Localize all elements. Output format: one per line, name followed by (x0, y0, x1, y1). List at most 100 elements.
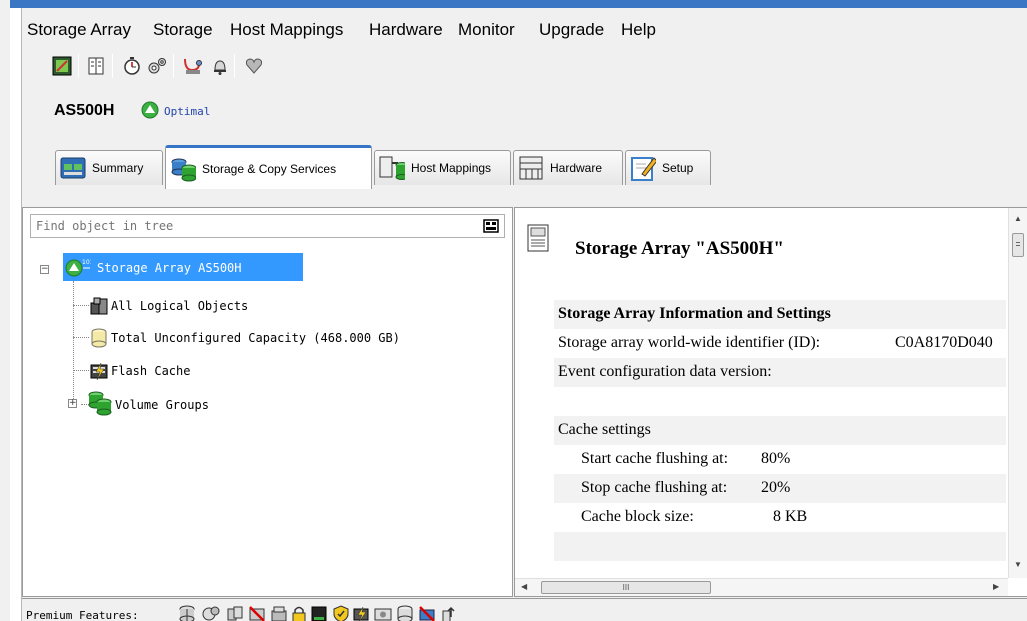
tab-host-mappings[interactable]: Host Mappings (374, 150, 511, 185)
event-config-label: Event configuration data version: (558, 363, 772, 380)
summary-icon (60, 155, 86, 181)
document-icon (527, 224, 549, 252)
data-assurance-icon[interactable] (332, 605, 350, 621)
toolbar (28, 52, 318, 82)
tree-connector (73, 337, 89, 338)
tree-node-unconfigured-capacity[interactable]: Total Unconfigured Capacity (468.000 GB) (111, 331, 400, 345)
performance-tier-icon[interactable] (270, 605, 288, 621)
find-options-icon[interactable] (483, 218, 499, 234)
stop-flush-value: 20% (761, 479, 791, 496)
storage-services-icon (170, 156, 196, 182)
details-panel: Storage Array "AS500H" Storage Array Inf… (514, 207, 1027, 597)
volume-groups-icon (88, 391, 112, 416)
tree-node-volume-groups[interactable]: Volume Groups (115, 398, 209, 412)
event-config-row: Event configuration data version: (554, 358, 1006, 387)
drive-slots-icon[interactable] (374, 605, 392, 621)
scroll-down-arrow[interactable]: ▼ (1014, 560, 1022, 569)
recovery-heart-icon[interactable] (242, 54, 266, 78)
tree-connector (73, 305, 89, 306)
start-flush-row: Start cache flushing at: 80% (554, 445, 1006, 474)
menu-bar: Storage Array Storage Host Mappings Hard… (22, 8, 1027, 48)
remote-mirror-disabled-icon[interactable] (248, 605, 266, 621)
security-lock-icon[interactable] (290, 605, 308, 621)
horizontal-scroll-thumb[interactable]: III (541, 581, 711, 594)
performance-monitor-icon[interactable] (120, 54, 144, 78)
wwid-row: Storage array world-wide identifier (ID)… (554, 329, 1006, 358)
menu-help[interactable]: Help (621, 20, 656, 40)
optimal-status-icon (141, 101, 159, 119)
cache-heading-row: Cache settings (554, 416, 1006, 445)
tree-connector (73, 281, 74, 407)
flash-cache-icon[interactable] (352, 605, 370, 621)
blank-row (554, 387, 1006, 416)
tab-setup[interactable]: Setup (625, 150, 711, 185)
storage-partitions-icon[interactable] (178, 605, 196, 621)
section-heading: Storage Array Information and Settings (558, 305, 831, 322)
tree-node-flash-cache[interactable]: Flash Cache (111, 364, 190, 378)
menu-upgrade[interactable]: Upgrade (539, 20, 604, 40)
storage-array-name: AS500H (54, 102, 115, 119)
wwid-value: C0A8170D040 (895, 334, 993, 351)
horizontal-scrollbar[interactable]: ◀ III ▶ (515, 578, 1008, 596)
tab-summary[interactable]: Summary (55, 150, 163, 185)
hardware-icon (518, 155, 544, 181)
flash-cache-tree-icon (90, 362, 108, 381)
desktop-edge (0, 0, 10, 621)
grid-view-icon[interactable] (84, 54, 108, 78)
menu-hardware[interactable]: Hardware (369, 20, 443, 40)
premium-features-bar: Premium Features: (22, 598, 1027, 621)
find-object-search-input[interactable] (30, 214, 505, 238)
blank-row (554, 532, 1006, 561)
settings-gears-icon[interactable] (145, 54, 169, 78)
support-data-icon[interactable] (181, 54, 205, 78)
menu-host-mappings[interactable]: Host Mappings (230, 20, 343, 40)
toolbar-separator (78, 54, 79, 78)
tree-connector (73, 370, 89, 371)
tab-hardware[interactable]: Hardware (513, 150, 623, 185)
scroll-right-arrow[interactable]: ▶ (993, 582, 999, 591)
section-heading-row: Storage Array Information and Settings (554, 300, 1006, 329)
tab-label: Hardware (550, 161, 603, 175)
expand-toggle[interactable]: + (68, 399, 77, 408)
start-flush-label: Start cache flushing at: (581, 450, 729, 467)
snapshot-icon[interactable] (202, 605, 220, 621)
premium-features-label: Premium Features: (26, 609, 139, 621)
tab-label: Host Mappings (411, 161, 492, 175)
vertical-scrollbar[interactable]: ▲ ▼ (1008, 208, 1027, 578)
window-title-strip (10, 0, 1027, 8)
upgrade-icon[interactable] (440, 605, 458, 621)
setup-icon (630, 155, 656, 181)
tab-label: Storage & Copy Services (202, 161, 337, 176)
toolbar-separator (234, 54, 235, 78)
unconfigured-capacity-icon (91, 328, 107, 348)
menu-storage-array[interactable]: Storage Array (27, 20, 131, 40)
scroll-up-arrow[interactable]: ▲ (1014, 214, 1022, 223)
vertical-scroll-thumb[interactable] (1012, 233, 1024, 257)
tab-label: Summary (92, 161, 144, 175)
menu-storage[interactable]: Storage (153, 20, 213, 40)
alert-bell-icon[interactable] (208, 54, 232, 78)
stop-flush-row: Stop cache flushing at: 20% (554, 474, 1006, 503)
tab-label: Setup (662, 161, 694, 175)
tab-storage-copy-services[interactable]: Storage & Copy Services (165, 145, 372, 189)
dynamic-disk-pools-icon[interactable] (396, 605, 414, 621)
tree-node-label: Storage Array AS500H (97, 261, 242, 275)
wwid-label: Storage array world-wide identifier (ID)… (558, 334, 821, 351)
collapse-toggle[interactable]: − (40, 265, 49, 274)
tree-node-all-logical-objects[interactable]: All Logical Objects (111, 299, 248, 313)
array-status-text: Optimal (164, 105, 211, 118)
ssd-icon[interactable] (310, 605, 328, 621)
toolbar-separator (173, 54, 174, 78)
cache-settings-heading: Cache settings (558, 421, 651, 438)
menu-monitor[interactable]: Monitor (458, 20, 515, 40)
array-management-icon[interactable] (50, 54, 74, 78)
thin-provisioning-disabled-icon[interactable] (418, 605, 436, 621)
scroll-left-arrow[interactable]: ◀ (521, 582, 527, 591)
start-flush-value: 80% (761, 450, 791, 467)
volume-copy-icon[interactable] (226, 605, 244, 621)
block-size-label: Cache block size: (581, 508, 694, 525)
details-title: Storage Array "AS500H" (575, 238, 784, 259)
svg-text:101: 101 (82, 259, 91, 266)
tree-node-storage-array[interactable]: 101 Storage Array AS500H (63, 253, 303, 281)
object-tree-panel: − 101 Storage Array AS500H All Logical O… (22, 207, 513, 597)
